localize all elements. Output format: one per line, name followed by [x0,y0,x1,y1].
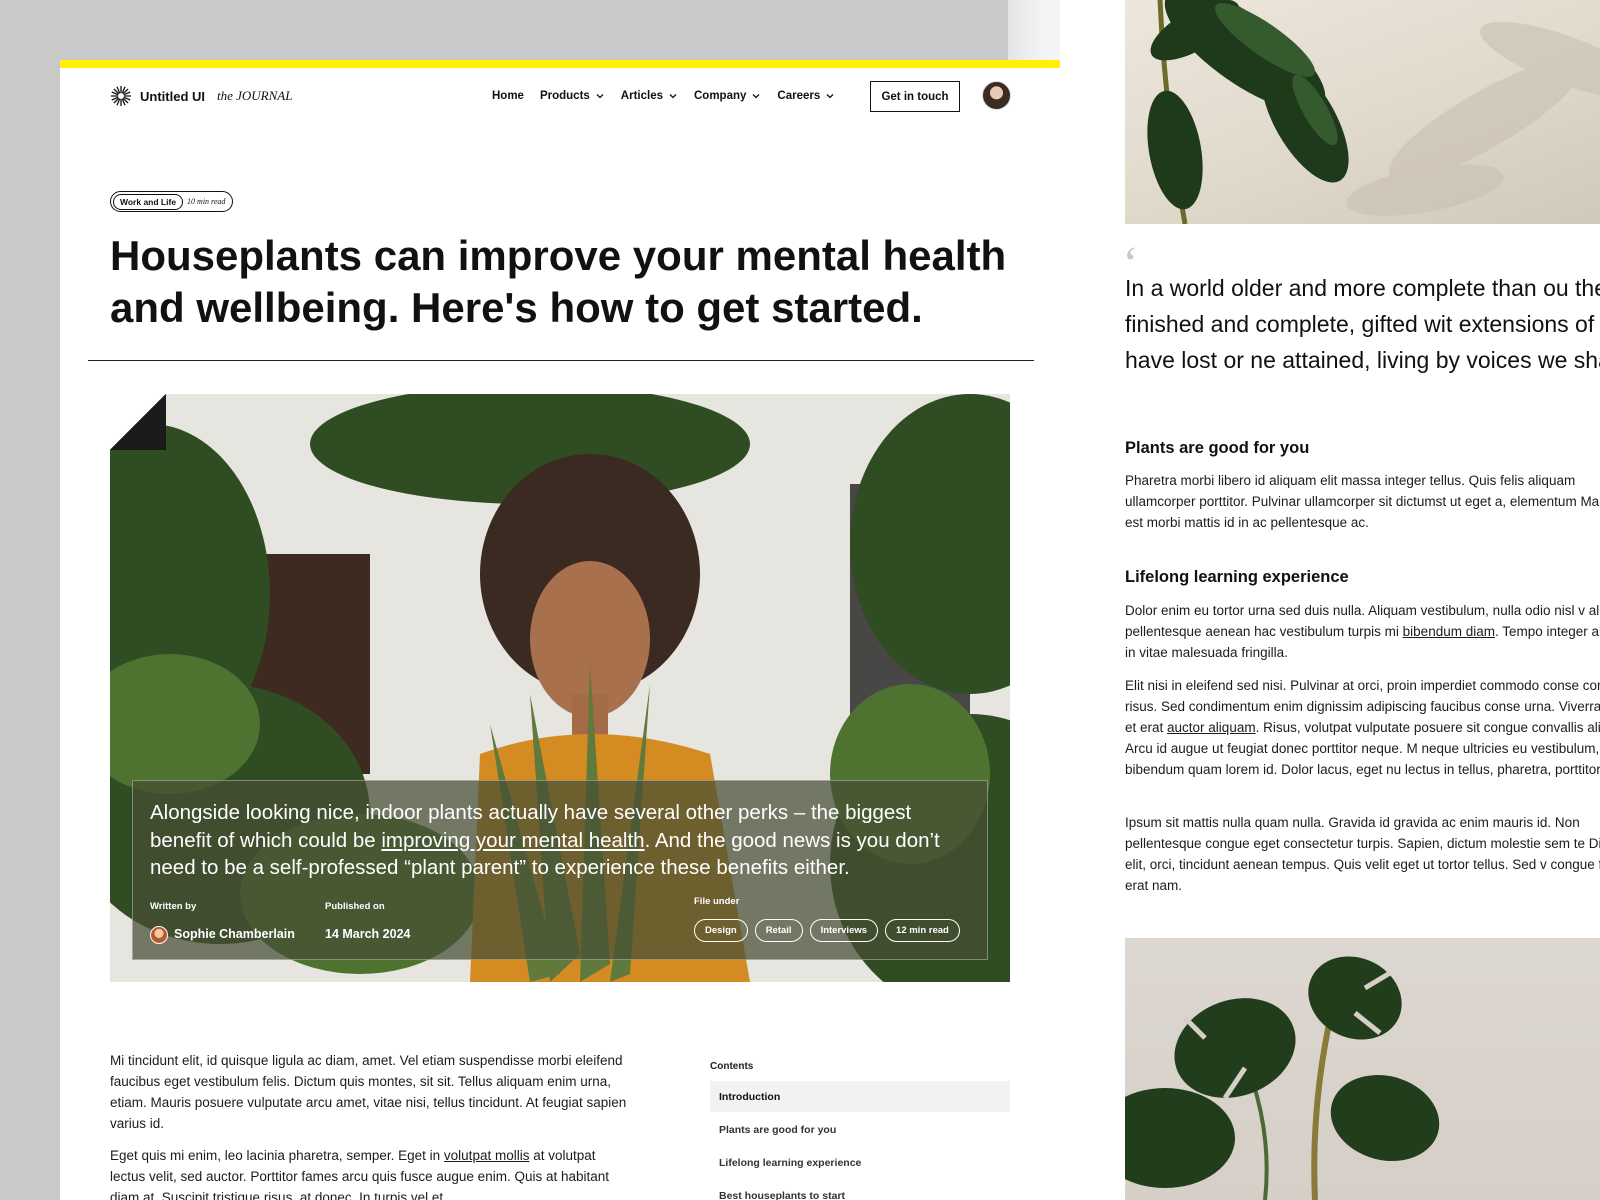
toc-best-houseplants[interactable]: Best houseplants to start [710,1180,1010,1200]
chevron-down-icon [826,94,834,99]
right-panel-content: “ In a world older and more complete tha… [1125,0,1600,1200]
hero-caption-text: Alongside looking nice, indoor plants ac… [150,801,940,879]
inline-link[interactable]: auctor aliquam [1167,720,1256,735]
nav-products[interactable]: Products [540,90,605,102]
main-nav: Home Products Articles Company Careers [492,90,835,102]
brand-name: Untitled UI [140,88,205,104]
read-time: 10 min read [187,197,226,206]
section-heading: Lifelong learning experience [1125,568,1349,586]
published-date: 14 March 2024 [325,927,411,941]
tag-design[interactable]: Design [694,919,748,942]
tag-interviews[interactable]: Interviews [809,919,879,942]
chevron-down-icon [596,94,604,99]
accent-bar [60,60,1060,68]
tag-read-time[interactable]: 12 min read [885,919,960,942]
toc-plants-good[interactable]: Plants are good for you [710,1114,1010,1145]
published-label: Published on [325,901,385,912]
article-title: Houseplants can improve your mental heal… [110,232,1007,331]
inline-link[interactable]: bibendum diam [1403,624,1495,639]
written-by-label: Written by [150,901,197,912]
section-paragraph: Dolor enim eu tortor urna sed duis nulla… [1125,603,1600,660]
volutpat-mollis-link[interactable]: volutpat mollis [444,1148,530,1163]
section-paragraph: Elit nisi in eleifend sed nisi. Pulvinar… [1125,678,1600,777]
toc-lifelong-learning[interactable]: Lifelong learning experience [710,1147,1010,1178]
author-name[interactable]: Sophie Chamberlain [174,927,295,941]
monstera-plant-photo [1125,938,1600,1200]
mental-health-link[interactable]: improving your mental health [381,829,644,852]
logo[interactable]: Untitled UI the JOURNAL [110,85,292,107]
nav-company[interactable]: Company [694,90,761,102]
tag-list: Design Retail Interviews 12 min read [694,919,960,942]
nav-home[interactable]: Home [492,90,524,102]
get-in-touch-button[interactable]: Get in touch [870,81,960,112]
tag-retail[interactable]: Retail [754,919,803,942]
chevron-down-icon [752,94,760,99]
body-paragraph: Mi tincidunt elit, id quisque ligula ac … [110,1053,627,1131]
hero-caption-card: Alongside looking nice, indoor plants ac… [132,780,988,960]
sunburst-icon [111,86,131,106]
file-under-label: File under [694,896,740,907]
nav-careers[interactable]: Careers [777,90,835,102]
section-paragraph: Pharetra morbi libero id aliquam elit ma… [1125,473,1600,530]
category-badge[interactable]: Work and Life [113,193,184,210]
article-page: Untitled UI the JOURNAL Home Products Ar… [60,60,1060,1200]
chevron-down-icon [669,94,677,99]
body-paragraph: Eget quis mi enim, leo lacinia pharetra,… [110,1148,610,1200]
author-avatar [150,926,168,944]
section-heading: Plants are good for you [1125,439,1310,457]
toc-introduction[interactable]: Introduction [710,1081,1010,1112]
article-badge: Work and Life 10 min read [110,191,234,212]
contents-label: Contents [710,1061,754,1072]
avatar[interactable] [982,81,1011,110]
hero-corner-fold [110,394,166,450]
divider [88,360,1034,361]
hero-image: Alongside looking nice, indoor plants ac… [110,394,1010,982]
section-paragraph: Ipsum sit mattis nulla quam nulla. Gravi… [1125,815,1600,893]
journal-name: the JOURNAL [217,88,293,103]
rubber-plant-photo [1125,0,1600,224]
pull-quote: In a world older and more complete than … [1125,275,1600,373]
nav-articles[interactable]: Articles [621,90,678,102]
